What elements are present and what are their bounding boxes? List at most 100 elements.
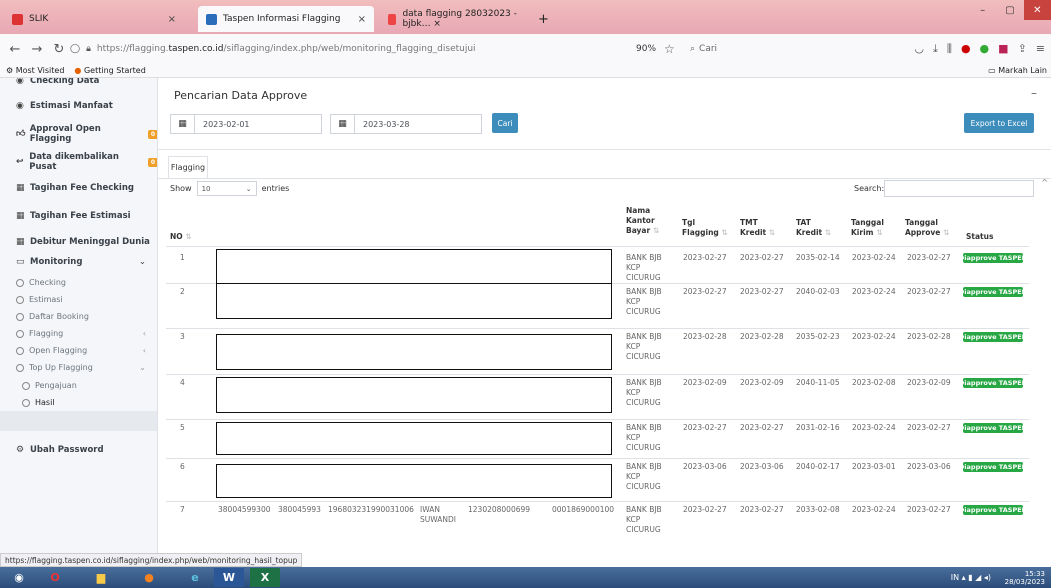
new-tab-button[interactable]: + (530, 6, 560, 32)
sidebar-item-checking-data[interactable]: ◉ Checking Data (0, 78, 157, 88)
bookmark-most-visited[interactable]: ⚙ Most Visited (6, 66, 64, 75)
sidebar-sub-open-flagging[interactable]: Open Flagging ‹ (16, 346, 146, 355)
excel-icon[interactable]: X (250, 568, 280, 587)
collapse-icon[interactable]: – (1031, 86, 1037, 100)
nama-kantor-bayar: BANK BJB KCP CICURUG (626, 253, 662, 283)
scroll-up-icon[interactable]: ^ (1041, 178, 1048, 187)
col-tanggal-approve[interactable]: Tanggal Approve ⇅ (905, 218, 949, 238)
sidebar-item-debitur-meninggal[interactable]: ▦ Debitur Meninggal Dunia (0, 232, 157, 252)
opera-icon[interactable]: O (40, 568, 70, 587)
toolbar-icons: ◡ ⤓ ⫼ ● ● ■ ⇪ ≡ (914, 42, 1045, 56)
minimize-icon[interactable]: – (969, 0, 996, 20)
tab-flagging[interactable]: Flagging (168, 156, 208, 178)
col-tat-kredit[interactable]: TAT Kredit ⇅ (796, 218, 831, 238)
pocket-icon[interactable]: ◡ (914, 42, 924, 56)
extension-icon[interactable]: ■ (998, 42, 1008, 56)
sidebar-item-monitoring[interactable]: ▭ Monitoring ⌄ (0, 252, 157, 272)
tmt-kredit: 2023-02-27 (740, 253, 784, 262)
tat-kredit: 2033-02-08 (796, 505, 840, 514)
tmt-kredit: 2023-02-09 (740, 378, 784, 387)
chevron-left-icon: ‹ (142, 329, 146, 338)
table-icon: ▦ (16, 211, 25, 221)
tab-gmail[interactable]: data flagging 28032023 - bjbk… × (380, 6, 530, 32)
maximize-icon[interactable]: ▢ (996, 0, 1023, 20)
col-no[interactable]: NO ⇅ (170, 232, 192, 242)
extension-icon[interactable]: ● (980, 42, 990, 56)
start-icon[interactable]: ◉ (4, 568, 34, 587)
browser-search-input[interactable]: ⌕ Cari (684, 39, 904, 59)
sidebar-item-tagihan-fee-checking[interactable]: ▦ Tagihan Fee Checking (0, 178, 157, 198)
close-icon[interactable]: × (168, 14, 176, 25)
sidebar-sub-daftar-booking[interactable]: Daftar Booking (16, 312, 146, 321)
explorer-icon[interactable]: ▆ (86, 568, 116, 587)
search-placeholder: Cari (699, 44, 718, 54)
sidebar-item-approval-open-flagging[interactable]: 👍︎ Approval Open Flagging 0 (0, 124, 157, 144)
col-tgl-flagging[interactable]: Tgl Flagging ⇅ (682, 218, 728, 238)
col-status[interactable]: Status (966, 232, 993, 242)
status-badge: Diapprove TASPEN (963, 332, 1023, 342)
kantor-line: KCP (626, 433, 641, 442)
tab-slik[interactable]: SLIK × (4, 6, 184, 32)
tmt-kredit: 2023-03-06 (740, 462, 784, 471)
row-divider (166, 458, 1029, 459)
nama-kantor-bayar: BANK BJB KCP CICURUG (626, 287, 662, 317)
firefox-icon[interactable]: ● (134, 568, 164, 587)
sidebar: ◉ Checking Data ◉ Estimasi Manfaat 👍︎ Appro… (0, 78, 158, 553)
forward-icon[interactable]: → (26, 42, 48, 57)
download-icon[interactable]: ⤓ (933, 42, 938, 56)
tab-taspen[interactable]: Taspen Informasi Flagging × (198, 6, 374, 32)
tanggal-kirim: 2023-02-24 (852, 332, 896, 341)
sidebar-sub-hasil[interactable]: Hasil (22, 398, 152, 407)
menu-icon[interactable]: ≡ (1036, 42, 1045, 56)
zoom-level[interactable]: 90% (636, 44, 656, 54)
sidebar-item-data-dikembalikan[interactable]: ↩ Data dikembalikan Pusat 0 (0, 152, 157, 172)
table-search-input[interactable] (884, 180, 1034, 197)
sidebar-item-tagihan-fee-estimasi[interactable]: ▦ Tagihan Fee Estimasi (0, 206, 157, 226)
export-excel-button[interactable]: Export to Excel (964, 113, 1034, 133)
status-badge: Diapprove TASPEN (963, 423, 1023, 433)
clock[interactable]: 15:33 28/03/2023 (1005, 570, 1045, 586)
url-bar[interactable]: ◯ 🔒︎ https://flagging.taspen.co.id/sifla… (70, 38, 622, 60)
sidebar-sub-estimasi[interactable]: Estimasi (16, 295, 146, 304)
share-icon[interactable]: ⇪ (1018, 42, 1027, 56)
back-icon[interactable]: ← (4, 42, 26, 57)
nama-peserta: IWAN SUWANDI (420, 505, 456, 525)
date-to-input[interactable]: ▦ 2023-03-28 (330, 114, 482, 134)
search-icon: ⌕ (690, 44, 696, 54)
reload-icon[interactable]: ↻ (48, 42, 70, 57)
col-tmt-kredit[interactable]: TMT Kredit ⇅ (740, 218, 775, 238)
window-controls: – ▢ ✕ (969, 0, 1051, 20)
sidebar-sub-pengajuan[interactable]: Pengajuan (22, 381, 152, 390)
bookmark-star-icon[interactable]: ☆ (664, 42, 675, 56)
tgl-flagging: 2023-02-27 (683, 253, 727, 262)
table-icon: ▦ (16, 183, 25, 193)
search-button[interactable]: Cari (492, 113, 518, 133)
row-number: 1 (180, 253, 185, 262)
tat-kredit: 2035-02-23 (796, 332, 840, 341)
col-nama-kantor-bayar[interactable]: Nama Kantor Bayar ⇅ (626, 206, 659, 236)
entries-select[interactable]: 10 ⌄ (196, 181, 257, 196)
bookmark-getting-started[interactable]: ● Getting Started (74, 66, 145, 75)
sidebar-item-ubah-password[interactable]: ⚙ Ubah Password (0, 440, 157, 460)
table-header-line (166, 246, 1029, 247)
bookmark-other[interactable]: ▭ Markah Lain (988, 66, 1047, 75)
word-icon[interactable]: W (214, 568, 244, 587)
row-number: 5 (180, 423, 185, 432)
row-number: 7 (180, 505, 185, 514)
redaction-box (216, 377, 612, 413)
col-tanggal-kirim[interactable]: Tanggal Kirim ⇅ (851, 218, 884, 238)
edge-icon[interactable]: e (180, 568, 210, 587)
reply-icon: ↩ (16, 157, 24, 167)
sidebar-item-estimasi-manfaat[interactable]: ◉ Estimasi Manfaat (0, 96, 157, 116)
sidebar-sub-top-up-flagging[interactable]: Top Up Flagging ⌄ (16, 363, 146, 372)
close-icon[interactable]: × (358, 14, 366, 25)
chevron-down-icon: ⌄ (245, 184, 252, 193)
row-divider (166, 328, 1029, 329)
sidebar-sub-flagging[interactable]: Flagging ‹ (16, 329, 146, 338)
extension-icon[interactable]: ● (961, 42, 971, 56)
window-close-icon[interactable]: ✕ (1023, 0, 1051, 20)
library-icon[interactable]: ⫼ (947, 42, 952, 56)
date-from-input[interactable]: ▦ 2023-02-01 (170, 114, 322, 134)
status-badge: Diapprove TASPEN (963, 378, 1023, 388)
sidebar-sub-checking[interactable]: Checking (16, 278, 146, 287)
